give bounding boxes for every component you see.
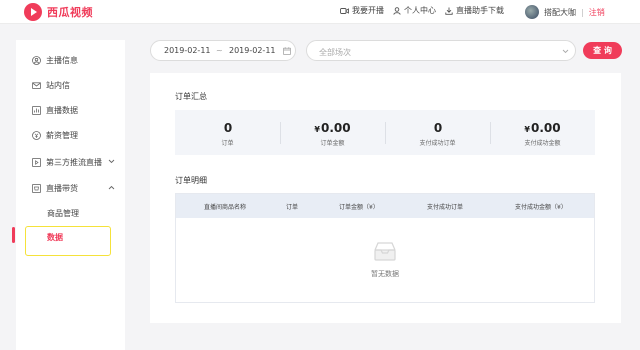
cart-icon bbox=[32, 183, 41, 193]
summary-label: 订单金额 bbox=[320, 140, 345, 147]
mail-icon bbox=[32, 81, 41, 89]
empty-state-text: 暂无数据 bbox=[371, 270, 399, 278]
sidebar-item-salary[interactable]: 薪资管理 bbox=[32, 128, 78, 142]
username: 搭配大咖 bbox=[544, 7, 576, 17]
order-summary: 0 订单 ¥0.00 订单金额 0 支付成功订单 ¥0.00 支付成功金额 bbox=[175, 110, 595, 155]
summary-value: 0 bbox=[433, 121, 443, 135]
calendar-icon bbox=[283, 47, 291, 55]
nav-profile-label: 个人中心 bbox=[404, 6, 436, 15]
person-icon bbox=[393, 6, 401, 15]
chevron-down-icon[interactable] bbox=[108, 159, 115, 164]
summary-label: 支付成功金额 bbox=[524, 140, 561, 147]
main-panel: 订单汇总 0 订单 ¥0.00 订单金额 0 支付成功订单 ¥0.00 支付成功… bbox=[150, 73, 621, 323]
sidebar-item-label: 站内信 bbox=[46, 80, 70, 90]
money-icon bbox=[32, 130, 41, 140]
date-separator: ~ bbox=[216, 46, 223, 55]
sidebar-item-label: 薪资管理 bbox=[46, 130, 78, 140]
summary-label: 支付成功订单 bbox=[419, 140, 456, 147]
summary-value: 0 bbox=[223, 121, 233, 135]
sidebar-item-label: 直播数据 bbox=[46, 105, 78, 115]
summary-order-amount: ¥0.00 订单金额 bbox=[280, 110, 385, 155]
end-date[interactable]: 2019-02-11 bbox=[229, 46, 276, 55]
sidebar-item-label: 主播信息 bbox=[46, 55, 78, 65]
session-select[interactable]: 全部场次 bbox=[306, 40, 576, 61]
session-select-placeholder: 全部场次 bbox=[319, 48, 351, 57]
sidebar: 主播信息 站内信 直播数据 薪资管理 第三方推流直播 直播带货 商品管理 数据 bbox=[16, 40, 125, 350]
sidebar-item-label: 第三方推流直播 bbox=[46, 157, 102, 167]
chart-icon bbox=[32, 105, 41, 115]
active-indicator bbox=[12, 227, 15, 243]
start-date[interactable]: 2019-02-11 bbox=[164, 46, 211, 55]
sidebar-item-messages[interactable]: 站内信 bbox=[32, 78, 70, 92]
brand-name: 西瓜视频 bbox=[47, 6, 93, 19]
nav-divider: | bbox=[581, 7, 584, 17]
sidebar-sub-item-product-management[interactable]: 商品管理 bbox=[47, 208, 79, 219]
user-circle-icon bbox=[32, 55, 41, 65]
query-button[interactable]: 查 询 bbox=[583, 42, 622, 59]
summary-label: 订单 bbox=[221, 140, 234, 147]
table-header: 直播间商品名称 订单 订单金额（¥） 支付成功订单 支付成功金额（¥） bbox=[176, 194, 594, 218]
video-camera-icon bbox=[340, 7, 349, 14]
order-detail-table: 直播间商品名称 订单 订单金额（¥） 支付成功订单 支付成功金额（¥） 暂无数据 bbox=[175, 193, 595, 303]
column-header: 支付成功金额（¥） bbox=[515, 204, 567, 211]
nav-download-label: 直播助手下载 bbox=[456, 6, 504, 15]
avatar[interactable] bbox=[525, 5, 539, 19]
column-header: 订单 bbox=[286, 204, 299, 211]
sidebar-item-third-party-stream[interactable]: 第三方推流直播 bbox=[32, 155, 102, 169]
brand-logo-icon bbox=[24, 3, 42, 21]
logo[interactable]: 西瓜视频 bbox=[23, 2, 93, 22]
detail-title: 订单明细 bbox=[175, 176, 207, 185]
top-bar: 西瓜视频 我要开播 个人中心 直播助手下载 搭配大咖 | 注销 bbox=[0, 0, 640, 24]
nav-go-live-label: 我要开播 bbox=[352, 6, 384, 15]
sidebar-item-live-commerce[interactable]: 直播带货 bbox=[32, 181, 78, 195]
stream-icon bbox=[32, 157, 41, 167]
highlight-box bbox=[25, 226, 111, 256]
nav-profile[interactable]: 个人中心 bbox=[393, 5, 436, 16]
empty-inbox-icon bbox=[374, 242, 396, 261]
column-header: 直播间商品名称 bbox=[204, 204, 247, 211]
summary-title: 订单汇总 bbox=[175, 92, 207, 101]
sidebar-item-anchor-info[interactable]: 主播信息 bbox=[32, 53, 78, 67]
logout-link[interactable]: 注销 bbox=[589, 7, 605, 18]
chevron-up-icon[interactable] bbox=[108, 185, 115, 190]
summary-paid-amount: ¥0.00 支付成功金额 bbox=[490, 110, 595, 155]
sidebar-item-live-data[interactable]: 直播数据 bbox=[32, 103, 78, 117]
summary-value: ¥0.00 bbox=[314, 121, 351, 135]
summary-value: ¥0.00 bbox=[524, 121, 561, 135]
user-menu[interactable]: 搭配大咖 | 注销 bbox=[525, 5, 605, 19]
column-header: 订单金额（¥） bbox=[339, 204, 379, 211]
column-header: 支付成功订单 bbox=[427, 204, 464, 211]
date-range-picker[interactable]: 2019-02-11 ~ 2019-02-11 bbox=[150, 40, 296, 61]
summary-orders: 0 订单 bbox=[175, 110, 280, 155]
download-icon bbox=[445, 7, 453, 15]
nav-go-live[interactable]: 我要开播 bbox=[340, 5, 384, 16]
chevron-down-icon bbox=[562, 49, 569, 54]
nav-download[interactable]: 直播助手下载 bbox=[445, 5, 504, 16]
summary-paid-orders: 0 支付成功订单 bbox=[385, 110, 490, 155]
sidebar-item-label: 直播带货 bbox=[46, 183, 78, 193]
